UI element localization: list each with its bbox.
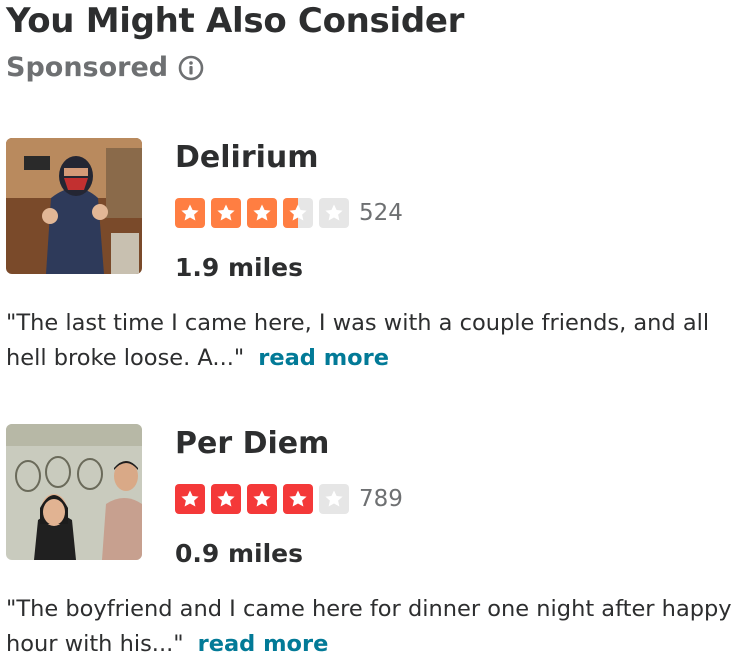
review-snippet-text: "The boyfriend and I came here for dinne… — [6, 596, 732, 657]
info-icon[interactable] — [178, 55, 204, 81]
star-icon — [319, 484, 349, 514]
star-rating: 789 — [175, 484, 403, 514]
star-icon — [175, 198, 205, 228]
read-more-link[interactable]: read more — [198, 631, 329, 657]
review-count: 524 — [359, 200, 403, 226]
business-distance: 0.9 miles — [175, 539, 304, 568]
business-photo[interactable] — [6, 138, 142, 274]
star-rating: 524 — [175, 198, 403, 228]
business-photo[interactable] — [6, 424, 142, 560]
business-distance: 1.9 miles — [175, 253, 304, 282]
star-icon — [175, 484, 205, 514]
star-icon — [283, 484, 313, 514]
review-snippet: "The last time I came here, I was with a… — [6, 306, 740, 376]
business-name[interactable]: Delirium — [175, 138, 319, 178]
star-icon — [247, 484, 277, 514]
section-title: You Might Also Consider — [6, 1, 465, 41]
star-icon — [319, 198, 349, 228]
read-more-link[interactable]: read more — [258, 345, 389, 371]
star-icon — [283, 198, 313, 228]
star-icon — [211, 198, 241, 228]
star-icon — [211, 484, 241, 514]
sponsored-label: Sponsored — [6, 50, 204, 86]
star-icon — [247, 198, 277, 228]
review-count: 789 — [359, 486, 403, 512]
sponsored-text: Sponsored — [6, 52, 169, 83]
business-name[interactable]: Per Diem — [175, 424, 329, 464]
review-snippet: "The boyfriend and I came here for dinne… — [6, 592, 740, 662]
